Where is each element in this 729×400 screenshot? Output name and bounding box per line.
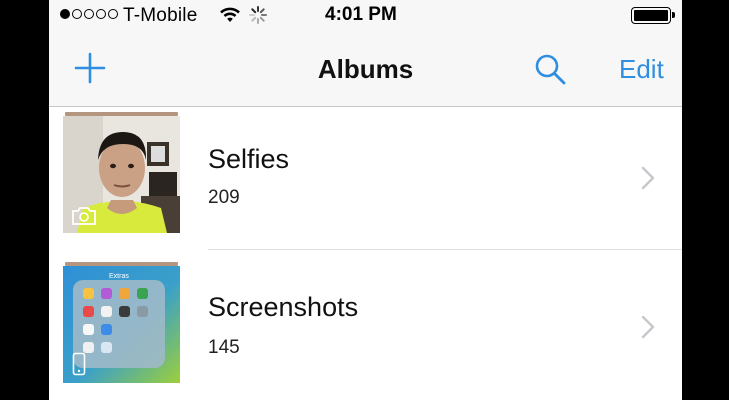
folder-label: Extras [109,273,129,280]
album-row-selfies[interactable]: Selfies 209 [49,108,682,236]
activity-spinner-icon [249,6,267,24]
status-bar: T-Mobile 4:01 PM [49,0,682,32]
phone-screen: T-Mobile 4:01 PM Albums Edit Selfies 209… [49,0,682,400]
status-time: 4:01 PM [325,4,397,25]
carrier-name: T-Mobile [123,5,198,26]
row-separator [208,249,682,250]
battery-icon [631,7,675,24]
album-thumbnail-screenshots: Extras [63,266,180,383]
front-camera-icon [72,207,96,225]
wifi-icon [220,7,240,22]
chevron-right-icon [641,166,655,190]
album-name: Selfies [208,144,290,174]
page-title: Albums [317,54,414,84]
signal-strength-icon [60,9,118,19]
search-button[interactable] [533,52,567,86]
iphone-icon [72,352,86,376]
album-row-screenshots[interactable]: Extras Screenshots 145 [49,258,682,386]
album-count: 209 [208,187,240,208]
battery-level-fill [634,10,668,21]
navigation-bar: Albums Edit [49,32,682,107]
album-thumbnail-selfies [63,116,180,233]
album-name: Screenshots [208,292,359,322]
chevron-right-icon [641,315,655,339]
album-count: 145 [208,337,240,358]
edit-button[interactable]: Edit [619,54,664,85]
